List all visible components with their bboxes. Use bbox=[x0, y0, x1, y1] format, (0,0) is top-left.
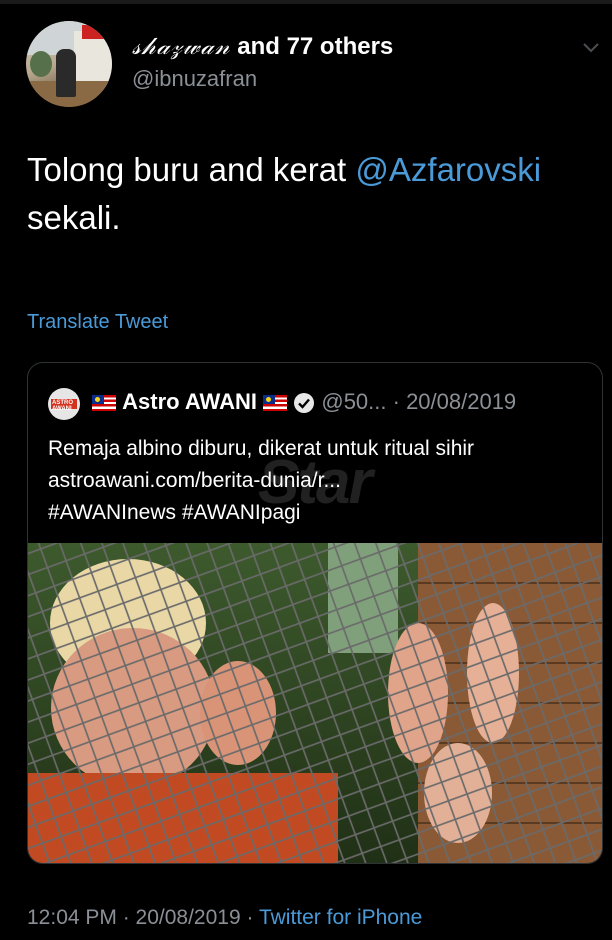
tweet-timestamp-row: 12:04 PM · 20/08/2019 · Twitter for iPho… bbox=[27, 906, 422, 930]
avatar-sign bbox=[82, 25, 112, 39]
author-avatar[interactable] bbox=[26, 21, 112, 107]
tweet-timestamp: 12:04 PM · 20/08/2019 · bbox=[27, 906, 259, 929]
avatar-plant bbox=[30, 51, 52, 77]
translate-tweet-link[interactable]: Translate Tweet bbox=[27, 311, 168, 334]
quoted-photo[interactable] bbox=[28, 543, 602, 863]
author-handle[interactable]: @ibnuzafran bbox=[132, 66, 257, 92]
mention-link[interactable]: @Azfarovski bbox=[355, 151, 541, 188]
malaysia-flag-icon bbox=[92, 395, 116, 412]
quoted-text: Remaja albino diburu, dikerat untuk ritu… bbox=[48, 433, 588, 529]
quoted-header: Astro AWANI @50... · 20/08/2019 bbox=[92, 389, 516, 415]
chevron-down-icon[interactable] bbox=[582, 38, 600, 56]
quoted-date: · 20/08/2019 bbox=[392, 389, 517, 414]
quoted-handle: @50... bbox=[321, 389, 387, 414]
top-divider bbox=[0, 0, 612, 4]
quoted-link[interactable]: astroawani.com/berita-dunia/r... bbox=[48, 465, 588, 497]
quoted-line-1: Remaja albino diburu, dikerat untuk ritu… bbox=[48, 437, 475, 460]
author-name-suffix: and 77 others bbox=[230, 33, 394, 60]
tweet-text: Tolong buru and kerat @Azfarovski sekali… bbox=[27, 146, 587, 242]
tweet-text-part1: Tolong buru and kerat bbox=[27, 151, 356, 188]
photo-wire-mesh bbox=[28, 543, 602, 863]
quoted-avatar[interactable]: ASTRO AWANI bbox=[48, 388, 80, 420]
tweet-source-link[interactable]: Twitter for iPhone bbox=[259, 906, 422, 929]
malaysia-flag-icon bbox=[263, 395, 288, 412]
tweet-text-part2: sekali. bbox=[27, 199, 121, 236]
avatar-person bbox=[56, 49, 76, 97]
author-name[interactable]: 𝓈𝒽𝒶𝓏𝓌𝒶𝓃 and 77 others bbox=[132, 32, 393, 61]
quoted-hashtags[interactable]: #AWANInews #AWANIpagi bbox=[48, 497, 588, 529]
quoted-tweet-card[interactable]: ASTRO AWANI Astro AWANI @50... · 20/08/2… bbox=[27, 362, 603, 864]
author-name-stylized: 𝓈𝒽𝒶𝓏𝓌𝒶𝓃 bbox=[132, 32, 231, 60]
quoted-avatar-text: ASTRO AWANI bbox=[52, 400, 73, 412]
quoted-author-name[interactable]: Astro AWANI bbox=[122, 389, 257, 414]
verified-badge-icon bbox=[294, 393, 315, 414]
